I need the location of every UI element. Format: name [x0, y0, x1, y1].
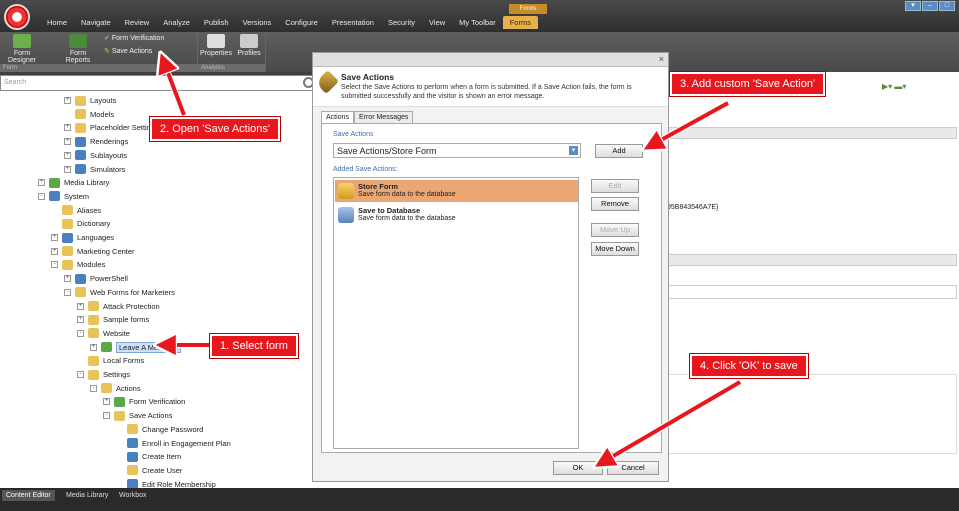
tab-content-editor[interactable]: Content Editor: [2, 490, 55, 501]
arrow-2: [164, 62, 186, 116]
bottom-tabs: Content Editor Media Library Workbox: [0, 488, 959, 511]
annotation-open-save-actions: 2. Open 'Save Actions': [150, 117, 280, 141]
arrow-3: [652, 101, 729, 145]
tab-workbox[interactable]: Workbox: [115, 490, 151, 501]
annotation-add-custom-save-action: 3. Add custom 'Save Action': [670, 72, 826, 96]
annotation-select-form: 1. Select form: [210, 334, 298, 358]
annotation-click-ok: 4. Click 'OK' to save: [690, 354, 808, 378]
arrow-4: [603, 380, 742, 462]
tab-media-library[interactable]: Media Library: [62, 490, 112, 501]
